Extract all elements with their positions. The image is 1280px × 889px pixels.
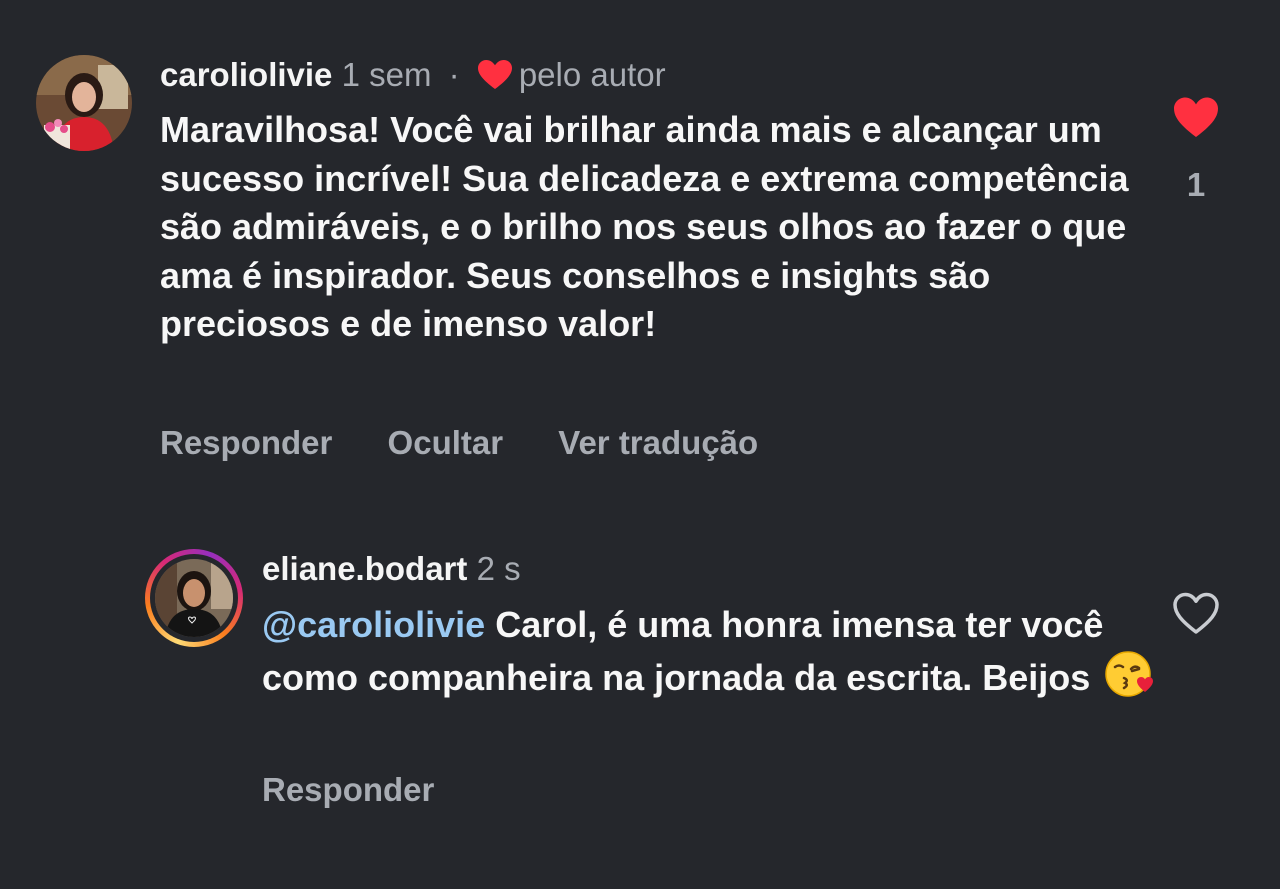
translate-button[interactable]: Ver tradução	[558, 424, 758, 462]
reply-header: eliane.bodart 2 s	[262, 549, 521, 589]
hide-button[interactable]: Ocultar	[388, 424, 504, 462]
comment-actions: Responder Ocultar Ver tradução	[160, 424, 804, 462]
separator-dot: ·	[448, 56, 460, 93]
reply-username[interactable]: eliane.bodart	[262, 550, 467, 587]
comment-text: Maravilhosa! Você vai brilhar ainda mais…	[160, 109, 1129, 344]
author-badge: pelo autor	[518, 56, 666, 93]
replier-avatar[interactable]	[155, 559, 233, 637]
comment-header: caroliolivie 1 sem · pelo autor	[160, 55, 666, 100]
story-ring[interactable]	[145, 549, 243, 647]
reply-text-block: @caroliolivie Carol, é uma honra imensa …	[262, 601, 1162, 710]
reply-actions: Responder	[262, 771, 480, 809]
reply-time: 2 s	[476, 550, 521, 587]
heart-outline-icon[interactable]	[1172, 592, 1220, 641]
kissing-face-emoji-icon	[1104, 650, 1156, 711]
heart-filled-icon[interactable]	[1172, 96, 1220, 145]
mention-link[interactable]: @caroliolivie	[262, 604, 485, 645]
comment-time: 1 sem	[341, 56, 432, 93]
comment-username[interactable]: caroliolivie	[160, 56, 332, 93]
reply-reply-button[interactable]: Responder	[262, 771, 434, 809]
avatar-photo	[155, 559, 233, 637]
commenter-avatar[interactable]	[36, 55, 132, 151]
like-count: 1	[1186, 166, 1206, 203]
reply-button[interactable]: Responder	[160, 424, 332, 462]
avatar-photo	[36, 55, 132, 151]
author-heart-icon	[477, 59, 513, 100]
